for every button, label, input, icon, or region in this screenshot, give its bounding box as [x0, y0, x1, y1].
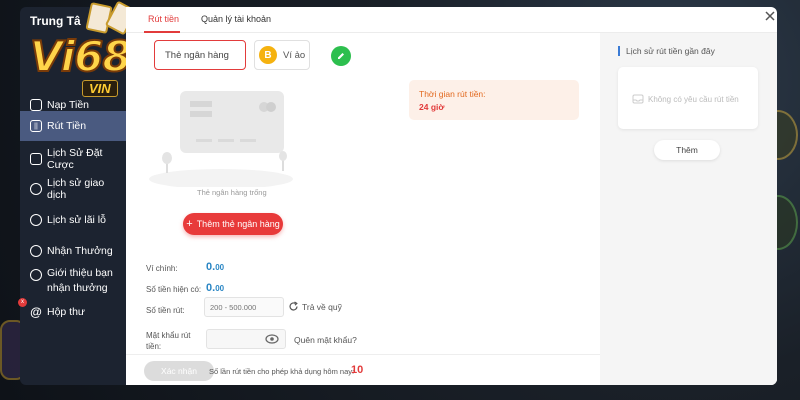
eye-icon[interactable]	[265, 334, 279, 344]
tab-account-management[interactable]: Quản lý tài khoản	[201, 14, 271, 24]
sidebar-item-label: Rút Tiền	[47, 120, 87, 132]
withdraw-time-info: Thời gian rút tiền: 24 giờ	[409, 80, 579, 120]
method-bank-card[interactable]: Thẻ ngân hàng	[154, 40, 246, 70]
add-bank-card-button[interactable]: + Thêm thẻ ngân hàng	[183, 213, 283, 235]
empty-bank-message: Thẻ ngân hàng trống	[197, 188, 267, 197]
referral-icon	[30, 269, 42, 281]
sidebar-item-referral[interactable]: Giới thiệu bạn nhận thưởng	[20, 266, 126, 298]
sidebar-item-label: Lịch sử giao dịch	[47, 177, 105, 201]
sidebar-item-mail[interactable]: x @ Hộp thư	[18, 298, 126, 322]
tab-withdraw[interactable]: Rút tiền	[148, 14, 179, 24]
history-list: Không có yêu cầu rút tiền	[618, 67, 758, 129]
current-balance-value: 0.00	[206, 282, 225, 294]
sidebar-item-withdraw[interactable]: || Rút Tiền	[20, 111, 126, 141]
more-history-button[interactable]: Thêm	[654, 140, 720, 160]
refresh-icon	[289, 301, 298, 311]
transaction-history-icon	[30, 183, 42, 195]
history-empty-message: Không có yêu cầu rút tiền	[632, 94, 739, 104]
refund-to-fund-button[interactable]: Trả về quỹ	[288, 301, 342, 312]
profit-loss-icon	[30, 214, 42, 226]
mail-icon: @	[30, 305, 42, 319]
withdraw-panel: Rút tiền Quản lý tài khoản Thẻ ngân hàng…	[126, 7, 777, 385]
history-title: Lịch sử rút tiền gần đây	[618, 46, 715, 56]
withdraw-icon: ||	[30, 120, 42, 132]
history-pane: Lịch sử rút tiền gần đây Không có yêu cầ…	[600, 33, 777, 385]
main-wallet-label: Ví chính:	[146, 264, 178, 273]
sidebar-item-label: Lịch sử lãi lỗ	[47, 214, 106, 226]
sidebar-item-label: Nhận Thưởng	[47, 245, 113, 257]
close-badge-icon[interactable]: x	[18, 298, 27, 307]
tab-bar: Rút tiền Quản lý tài khoản	[126, 7, 777, 33]
bet-history-icon	[30, 153, 42, 165]
current-balance-label: Số tiền hiện có:	[146, 285, 202, 294]
forgot-password-link[interactable]: Quên mật khẩu?	[294, 335, 357, 345]
withdraw-footer: Xác nhận Số lần rút tiền cho phép khả dụ…	[126, 354, 600, 385]
sidebar-item-label: Giới thiệu bạn nhận thưởng	[47, 267, 113, 294]
refund-label: Trả về quỹ	[302, 301, 342, 312]
amount-input[interactable]	[204, 297, 284, 317]
logo-sub: VIN	[82, 80, 118, 97]
reward-icon	[30, 245, 42, 257]
bitcoin-icon: B	[259, 46, 277, 64]
logo-wordmark: Vi68	[29, 31, 133, 82]
sidebar-item-bet-history[interactable]: Lịch Sử Đặt Cược	[20, 147, 126, 171]
sidebar-item-label: Hộp thư	[47, 306, 85, 318]
method-e-wallet[interactable]: B Ví ảo	[254, 40, 310, 70]
vi68-logo: Vi68 VIN	[28, 0, 138, 102]
inbox-icon	[632, 94, 644, 104]
edit-icon[interactable]	[331, 46, 351, 66]
sidebar-item-reward[interactable]: Nhận Thưởng	[20, 241, 126, 261]
withdraw-password-label: Mật khẩu rút tiền:	[146, 331, 191, 351]
sidebar-item-label: Lịch Sử Đặt Cược	[47, 147, 103, 171]
active-tab-indicator	[144, 31, 180, 33]
confirm-button[interactable]: Xác nhận	[144, 361, 214, 381]
daily-limit-label: Số lần rút tiền cho phép khả dụng hôm na…	[209, 367, 355, 376]
method-label: Thẻ ngân hàng	[165, 49, 229, 61]
close-icon[interactable]	[765, 11, 775, 21]
sidebar-item-profit-loss[interactable]: Lịch sử lãi lỗ	[20, 210, 126, 230]
plus-icon: +	[186, 218, 193, 230]
add-bank-label: Thêm thẻ ngân hàng	[196, 219, 280, 229]
sidebar-item-transaction-history[interactable]: Lịch sử giao dịch	[20, 177, 126, 201]
method-label: Ví ảo	[283, 49, 306, 61]
amount-label: Số tiền rút:	[146, 306, 185, 315]
daily-limit-value: 10	[351, 364, 364, 376]
withdraw-time-label: Thời gian rút tiền:	[419, 89, 486, 99]
main-wallet-value: 0.00	[206, 261, 225, 273]
empty-card-illustration	[149, 91, 293, 187]
withdraw-time-value: 24 giờ	[419, 102, 445, 112]
withdraw-password-input[interactable]	[206, 329, 286, 349]
